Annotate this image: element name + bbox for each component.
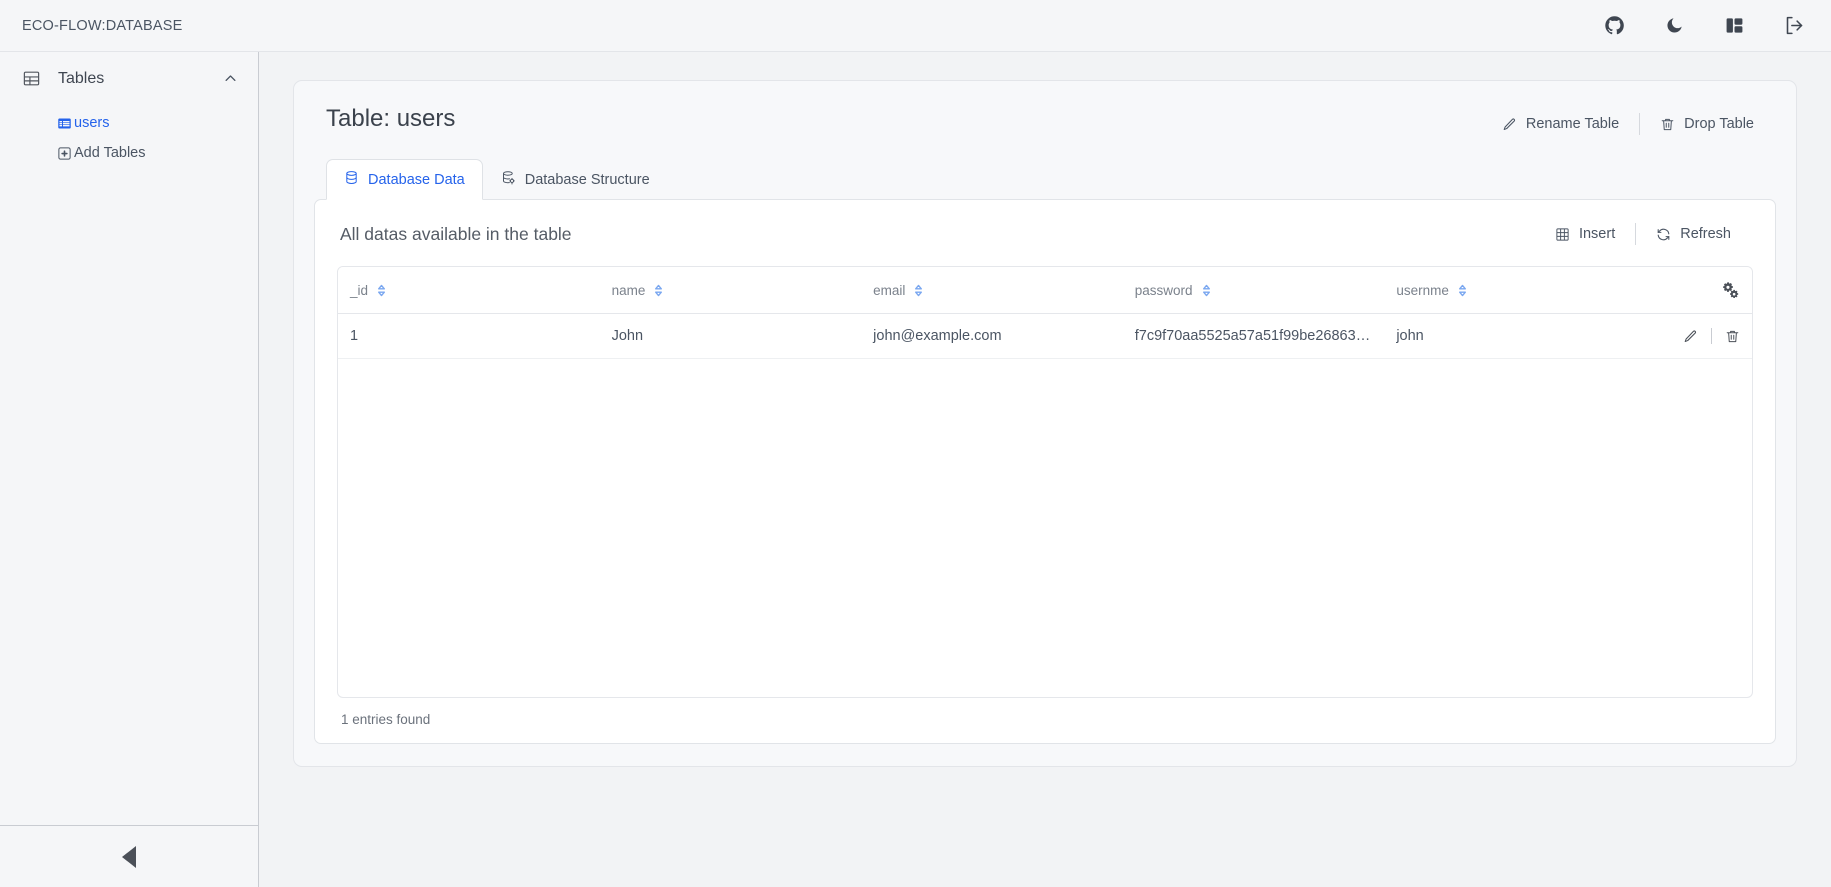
tab-label: Database Data [368,171,465,188]
app-brand: ECO-FLOW:DATABASE [22,17,183,34]
drop-table-label: Drop Table [1684,116,1754,132]
sidebar-item-label: Add Tables [74,145,146,161]
cell-usernme: john [1384,313,1646,359]
chevron-up-icon[interactable] [223,71,238,86]
column-header-id[interactable]: _id [338,267,600,314]
column-label: email [873,282,906,298]
tab-label: Database Structure [524,171,650,188]
data-card-title: All datas available in the table [340,223,572,244]
cell-email: john@example.com [861,313,1123,359]
moon-icon[interactable] [1663,15,1685,37]
column-label: _id [350,282,369,298]
insert-button[interactable]: Insert [1535,222,1635,246]
layout-panel-icon[interactable] [1723,15,1745,37]
tab-database-data[interactable]: Database Data [326,159,483,200]
settings-gears-icon[interactable] [1658,281,1740,299]
sidebar-item-add-tables[interactable]: Add Tables [0,138,258,168]
data-card-header: All datas available in the table Insert [337,222,1753,246]
panel-header-actions: Rename Table Drop Table [1482,105,1774,136]
delete-row-icon[interactable] [1725,329,1740,344]
page-title: Table: users [326,105,456,132]
table-list-icon [57,116,72,131]
table-panel: Table: users Rename Table Drop Table Dat… [293,80,1797,767]
column-label: name [611,282,646,298]
entries-count: 1 entries found [341,712,431,727]
cell-password: f7c9f70aa5525a57a51f99be268635f3… [1122,313,1385,359]
data-table-wrapper: _id name email password usernme 1 John j… [337,266,1753,698]
top-bar-actions [1603,15,1805,37]
column-header-actions [1645,267,1752,314]
rename-table-label: Rename Table [1525,116,1620,132]
tab-database-structure[interactable]: Database Structure [483,159,668,200]
sidebar-item-users[interactable]: users [0,108,258,138]
rename-table-button[interactable]: Rename Table [1482,112,1639,136]
cell-row-actions [1645,313,1752,359]
table-row[interactable]: 1 John john@example.com f7c9f70aa5525a57… [338,313,1752,359]
sort-icon[interactable] [376,284,387,297]
database-cog-icon [501,170,516,189]
cell-id: 1 [338,313,600,359]
sidebar-collapse-bar [0,825,258,887]
sort-icon[interactable] [913,284,924,297]
sort-icon[interactable] [653,284,664,297]
refresh-label: Refresh [1680,226,1731,242]
table-header-row: _id name email password usernme [338,267,1752,314]
data-card-actions: Insert Refresh [1535,222,1751,246]
column-header-name[interactable]: name [599,267,862,314]
sidebar-item-label: users [74,115,110,131]
insert-label: Insert [1578,226,1616,242]
column-header-usernme[interactable]: usernme [1384,267,1646,314]
app-shell: Tables users Add Tables Table: users Ren… [0,52,1831,887]
data-table: _id name email password usernme 1 John j… [338,267,1752,359]
table-icon [22,69,41,88]
data-card: All datas available in the table Insert [314,199,1776,744]
refresh-icon [1656,227,1671,242]
column-header-password[interactable]: password [1122,267,1385,314]
drop-table-button[interactable]: Drop Table [1640,112,1774,136]
column-label: usernme [1396,282,1449,298]
tab-bar: Database Data Database Structure [314,158,1776,200]
row-action-divider [1711,328,1712,344]
sidebar-item-list: users Add Tables [0,88,258,168]
top-bar: ECO-FLOW:DATABASE [0,0,1831,52]
table-header: _id name email password usernme [338,267,1752,314]
cell-name: John [599,313,862,359]
column-label: password [1134,282,1193,298]
sort-icon[interactable] [1201,284,1212,297]
edit-row-icon[interactable] [1683,329,1698,344]
sidebar-section-label: Tables [58,69,105,87]
logout-icon[interactable] [1783,15,1805,37]
main-content: Table: users Rename Table Drop Table Dat… [259,52,1831,887]
table-body: 1 John john@example.com f7c9f70aa5525a57… [338,313,1752,359]
sidebar: Tables users Add Tables [0,52,259,887]
github-icon[interactable] [1603,15,1625,37]
pencil-icon [1502,117,1517,132]
plus-square-icon [57,146,72,161]
panel-header: Table: users Rename Table Drop Table [314,105,1776,136]
triangle-left-icon[interactable] [122,845,136,868]
database-icon [344,170,359,189]
sidebar-section-tables[interactable]: Tables [0,52,258,88]
trash-icon [1660,117,1675,132]
column-header-email[interactable]: email [861,267,1123,314]
refresh-button[interactable]: Refresh [1636,222,1751,246]
sort-icon[interactable] [1457,284,1468,297]
insert-table-icon [1555,227,1570,242]
